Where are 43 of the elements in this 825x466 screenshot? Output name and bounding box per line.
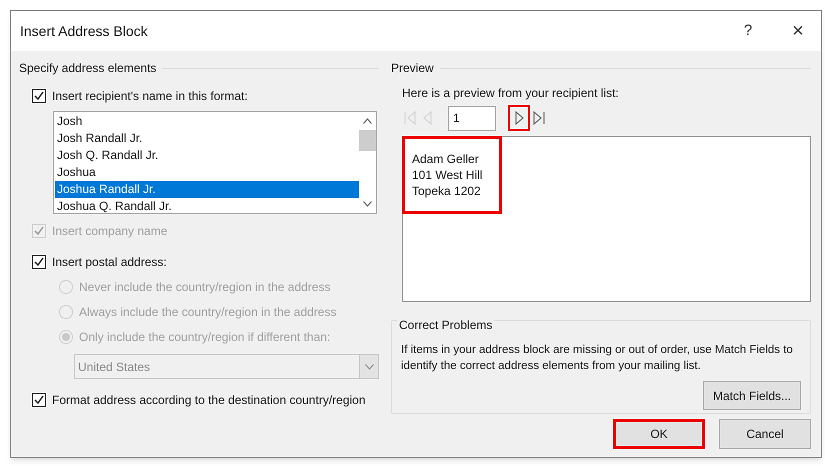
list-item[interactable]: Josh [55,113,359,130]
record-number-field[interactable]: 1 [448,106,496,130]
checkbox[interactable] [32,89,46,103]
address-line: Topeka 1202 [412,183,482,199]
address-line: Adam Geller [412,151,480,167]
checkbox-label: Insert postal address: [52,254,167,271]
scroll-thumb[interactable] [359,130,376,151]
dialog-button[interactable]: Cancel [719,419,811,449]
radio-label: Only include the country/region if different than: [79,329,330,346]
checkbox[interactable] [32,393,46,407]
preview-intro: Here is a preview from your recipient list: [402,85,620,101]
address-line: 101 West Hill [412,167,484,183]
check-icon [34,395,44,405]
window-title: Insert Address Block [20,22,149,40]
name-format-list[interactable]: Josh Josh Randall Jr. Josh Q. Randall Jr. Joshua Joshua Randall Jr. Joshua Q. Randall Jr. [53,111,377,214]
radio-label: Always include the country/region in the address [79,304,336,321]
list-item[interactable]: Joshua Randall Jr. [55,181,359,198]
help-text: If items in your address block are missing or out of order, use Match Fields to identify the correct address elements from your mailing list. [401,343,794,374]
help-button[interactable]: ? [725,11,771,51]
scroll-up-icon [363,118,372,124]
section-heading: Preview [391,60,434,77]
close-button[interactable]: × [775,11,821,51]
match-fields-button[interactable]: Match Fields... [703,381,801,410]
list-item[interactable]: Joshua [55,164,359,181]
section-heading: Specify address elements [19,60,156,77]
check-icon [34,226,44,236]
check-icon [34,257,44,267]
scroll-down-icon [363,201,372,207]
list-item[interactable]: Josh Q. Randall Jr. [55,147,359,164]
triangle-bar-icon [403,110,418,126]
triangle-bar-icon [531,110,546,126]
chevron-down-icon [364,364,374,370]
dropdown-value: United States [77,358,152,376]
radio-label: Never include the country/region in the address [79,279,330,296]
checkbox-label: Insert recipient's name in this format: [52,88,248,105]
list-item[interactable]: Josh Randall Jr. [55,130,359,147]
list-item[interactable]: Joshua Q. Randall Jr. [55,198,359,215]
check-icon [34,91,44,101]
next-record-button[interactable] [508,105,530,131]
checkbox[interactable] [32,255,46,269]
checkbox-label: Insert company name [52,223,168,240]
dialog-button[interactable]: OK [613,419,705,449]
checkbox-label: Format address according to the destination country/region [52,392,366,409]
